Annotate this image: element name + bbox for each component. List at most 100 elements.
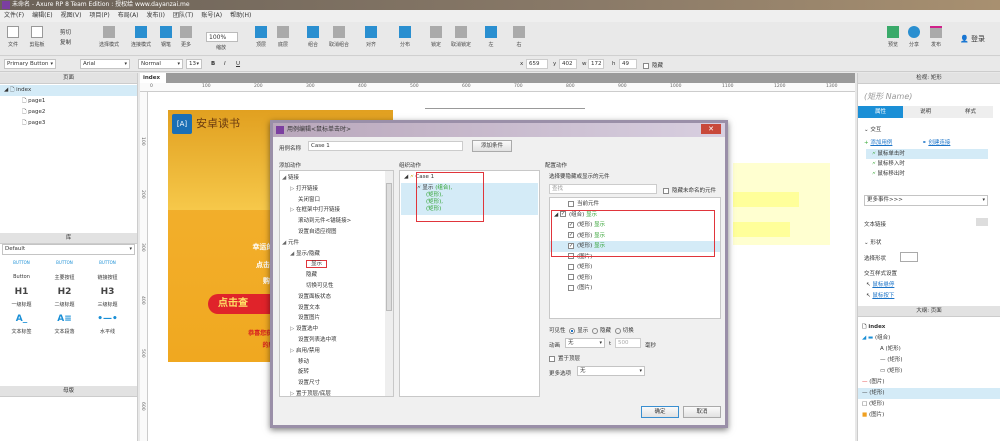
action-item[interactable]: 设置面板状态	[282, 292, 382, 303]
size-select[interactable]: 13	[186, 59, 202, 69]
outline-item[interactable]: A (矩形)	[858, 344, 1000, 355]
connect-mode-button[interactable]: 连接模式	[128, 26, 154, 48]
outline-item[interactable]: □ (矩形)	[858, 399, 1000, 410]
share-button[interactable]: 分享	[903, 26, 925, 48]
action-item[interactable]: ◢ 链接	[282, 173, 382, 184]
ungroup-button[interactable]: 取消组合	[326, 26, 352, 48]
menu-item[interactable]: 帮助(H)	[230, 10, 251, 22]
widget-row[interactable]: (图片)	[550, 283, 720, 294]
weight-select[interactable]: Normal	[138, 59, 183, 69]
widget-item[interactable]: BUTTON 主要按钮	[43, 260, 86, 281]
page-item[interactable]: 🗋 page3	[0, 118, 137, 129]
more-options-select[interactable]: 无	[577, 366, 645, 376]
h-input[interactable]: 49	[619, 59, 637, 69]
widget-item[interactable]: A≡ 文本段落	[43, 314, 86, 335]
action-item[interactable]: 设置列表选中项	[282, 335, 382, 346]
action-item[interactable]: ◢ 元件	[282, 238, 382, 249]
right-button[interactable]: 右	[508, 26, 530, 48]
outline-item[interactable]: — (矩形)	[858, 388, 1000, 399]
action-item[interactable]: 移动	[282, 357, 382, 368]
checkbox[interactable]	[568, 284, 574, 291]
zoom-select[interactable]: 100%	[206, 32, 238, 42]
interaction-section[interactable]: ⌄ 交互	[864, 125, 881, 133]
menu-item[interactable]: 项目(P)	[89, 10, 109, 22]
bring-front-checkbox[interactable]: 置于顶层	[549, 354, 580, 362]
hidden-checkbox[interactable]: 隐藏	[643, 61, 663, 69]
w-input[interactable]: 172	[588, 59, 604, 69]
cancel-button[interactable]: 取消	[683, 406, 721, 418]
widget-row[interactable]: (矩形)	[550, 273, 720, 284]
select-mode-button[interactable]: 选择模式	[94, 26, 124, 48]
style-select[interactable]: Primary Button	[4, 59, 56, 69]
pen-button[interactable]: 钢笔	[155, 26, 177, 48]
menu-item[interactable]: 团队(T)	[173, 10, 193, 22]
more-button[interactable]: 更多	[175, 26, 197, 48]
menu-item[interactable]: 编辑(E)	[32, 10, 52, 22]
ok-button[interactable]: 确定	[641, 406, 679, 418]
widget-item[interactable]: •—• 水平线	[86, 314, 129, 335]
action-item[interactable]: 滚动到元件<锚链接>	[282, 216, 382, 227]
scrollbar[interactable]	[385, 171, 393, 396]
widget-item[interactable]: H3 三级标题	[86, 287, 129, 308]
align-button[interactable]: 对齐	[360, 26, 382, 48]
action-item[interactable]: ▷ 在框架中打开链接	[282, 205, 382, 216]
add-case-link[interactable]: + 添加用例	[864, 138, 892, 146]
create-link[interactable]: ⚭ 创建连接	[922, 138, 950, 146]
italic-button[interactable]: I	[224, 61, 226, 67]
distribute-button[interactable]: 分布	[394, 26, 416, 48]
shape-section[interactable]: ⌄ 形状	[864, 238, 881, 246]
action-item[interactable]: ◢ 显示/隐藏	[282, 249, 382, 260]
text-link-button[interactable]	[976, 218, 988, 226]
widget-item[interactable]: H2 二级标题	[43, 287, 86, 308]
action-item[interactable]: ▷ 打开链接	[282, 184, 382, 195]
underline-button[interactable]: U	[236, 61, 240, 67]
bold-button[interactable]: B	[211, 61, 215, 67]
action-item[interactable]: 关闭窗口	[282, 195, 382, 206]
widget-row[interactable]: 当前元件	[550, 199, 720, 210]
widget-row[interactable]: (矩形)	[550, 262, 720, 273]
event-item[interactable]: 🗲 鼠标单击时	[866, 149, 988, 159]
menu-item[interactable]: 文件(F)	[4, 10, 24, 22]
page-item[interactable]: 🗋 page1	[0, 96, 137, 107]
radio-show[interactable]	[569, 327, 576, 334]
lock-button[interactable]: 锁定	[425, 26, 447, 48]
shape-picker[interactable]	[900, 252, 918, 262]
radio-hide[interactable]	[592, 327, 599, 334]
yellow-rectangle[interactable]	[733, 163, 830, 245]
search-input[interactable]: 查找	[549, 184, 657, 194]
action-item[interactable]: 切换可见性	[282, 281, 382, 292]
duration-input[interactable]: 500	[615, 338, 641, 348]
checkbox[interactable]	[568, 200, 574, 207]
copy-button[interactable]: 复制	[60, 38, 71, 46]
radio-toggle[interactable]	[614, 327, 621, 334]
unlock-button[interactable]: 取消锁定	[448, 26, 474, 48]
outline-item[interactable]: — (图片)	[858, 377, 1000, 388]
case-name-input[interactable]: Case 1	[308, 141, 463, 151]
animate-select[interactable]: 无	[565, 338, 605, 348]
left-button[interactable]: 左	[480, 26, 502, 48]
checkbox[interactable]	[568, 274, 574, 280]
font-select[interactable]: Arial	[80, 59, 130, 69]
outline-item[interactable]: ▭ (矩形)	[858, 366, 1000, 377]
clipboard-button[interactable]: 剪贴板	[26, 26, 48, 48]
cut-button[interactable]: 剪切	[60, 28, 71, 36]
publish-button[interactable]: 发布	[925, 26, 947, 48]
x-input[interactable]: 659	[526, 59, 548, 69]
inspector-tab[interactable]: 样式	[948, 106, 993, 118]
menu-item[interactable]: 发布(I)	[147, 10, 165, 22]
menu-item[interactable]: 布局(A)	[118, 10, 139, 22]
page-item[interactable]: 🗋 page2	[0, 107, 137, 118]
menu-item[interactable]: 视图(V)	[61, 10, 82, 22]
event-item[interactable]: 🗲 鼠标移出时	[866, 169, 988, 179]
mousedown-link[interactable]: ↖ 鼠标按下	[866, 291, 894, 299]
widget-item[interactable]: H1 一级标题	[0, 287, 43, 308]
hover-link[interactable]: ↖ 鼠标悬停	[866, 280, 894, 288]
inspector-tab[interactable]: 属性	[858, 106, 903, 118]
widget-item[interactable]: BUTTON Button	[0, 260, 43, 281]
preview-button[interactable]: 预览	[882, 26, 904, 48]
action-item[interactable]: ▷ 设置选中	[282, 324, 382, 335]
file-button[interactable]: 文件	[2, 26, 24, 48]
action-item[interactable]: 旋转	[282, 367, 382, 378]
add-condition-button[interactable]: 添加条件	[472, 140, 512, 152]
inspector-tab[interactable]: 说明	[903, 106, 948, 118]
